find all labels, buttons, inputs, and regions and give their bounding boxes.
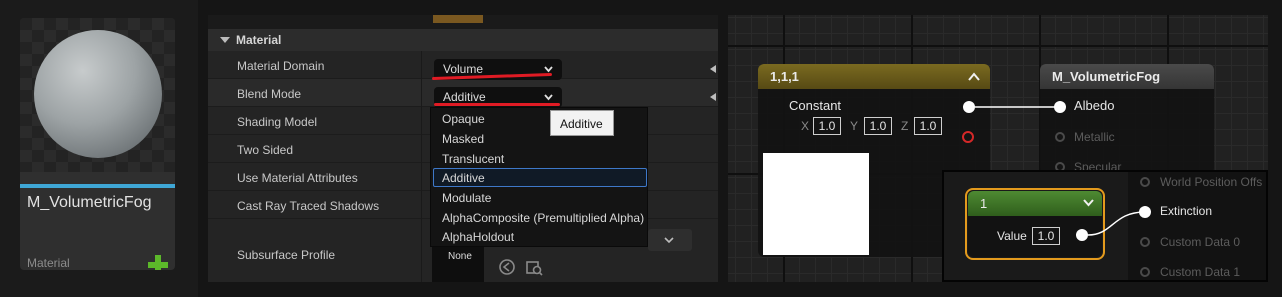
- metallic-label: Metallic: [1074, 130, 1115, 144]
- albedo-label: Albedo: [1074, 98, 1115, 113]
- subsurface-combo[interactable]: [648, 229, 692, 251]
- option-additive[interactable]: Additive: [442, 171, 485, 185]
- tooltip-text: Additive: [560, 117, 603, 131]
- node-title: M_VolumetricFog: [1052, 69, 1161, 84]
- option-alphaholdout[interactable]: AlphaHoldout: [442, 230, 514, 244]
- red-pin[interactable]: [962, 131, 974, 143]
- material-details-panel: Material Material Domain Blend Mode Shad…: [208, 15, 718, 282]
- collapse-arrow-icon[interactable]: [220, 37, 230, 43]
- reset-arrow-icon[interactable]: [710, 65, 716, 73]
- material-section-header[interactable]: [208, 29, 718, 51]
- asset-type-color-bar: [20, 184, 175, 188]
- row-label: Blend Mode: [237, 87, 302, 101]
- row-label: Material Domain: [237, 59, 325, 73]
- column-divider[interactable]: [421, 51, 422, 282]
- option-masked[interactable]: Masked: [442, 132, 484, 146]
- blend-mode-value: Additive: [443, 90, 486, 104]
- red-underline-mark: [434, 103, 560, 106]
- world-position-offset-label: World Position Offs: [1160, 175, 1263, 189]
- asset-card[interactable]: M_VolumetricFog Material: [20, 18, 175, 270]
- material-graph-panel[interactable]: 1,1,1 Constant X 1.0 Y 1.0 Z 1.0 M_Volum…: [728, 15, 1268, 282]
- asset-type-label: Material: [27, 256, 70, 270]
- chevron-up-icon[interactable]: [968, 72, 980, 81]
- use-selected-icon[interactable]: [498, 258, 516, 276]
- output-pin[interactable]: [963, 101, 975, 113]
- z-label: Z: [901, 119, 909, 133]
- y-label: Y: [850, 119, 859, 133]
- z-value-field[interactable]: 1.0: [914, 117, 942, 135]
- details-top-slot: [433, 15, 483, 23]
- custom-data-0-label: Custom Data 0: [1160, 235, 1241, 249]
- custom-data-0-pin[interactable]: [1140, 237, 1150, 247]
- chevron-down-icon: [544, 94, 553, 101]
- material-domain-value: Volume: [443, 62, 484, 76]
- metallic-pin[interactable]: [1055, 132, 1065, 142]
- node-title: 1,1,1: [770, 69, 799, 84]
- plus-icon[interactable]: [147, 254, 169, 270]
- section-label: Material: [236, 33, 282, 47]
- subsurface-thumbnail[interactable]: [432, 242, 484, 282]
- row-label: Use Material Attributes: [237, 171, 358, 185]
- custom-data-1-pin[interactable]: [1140, 267, 1150, 277]
- option-modulate[interactable]: Modulate: [442, 191, 491, 205]
- row-label: Two Sided: [237, 143, 294, 157]
- extinction-label: Extinction: [1160, 204, 1213, 218]
- selection-outline: [965, 188, 1105, 260]
- x-value-field[interactable]: 1.0: [813, 117, 841, 135]
- world-position-offset-pin[interactable]: [1140, 177, 1150, 187]
- extinction-pin[interactable]: [1139, 206, 1151, 218]
- asset-name: M_VolumetricFog: [27, 194, 152, 211]
- material-preview: [20, 18, 175, 172]
- output-label: Constant: [789, 98, 842, 113]
- y-value-field[interactable]: 1.0: [864, 117, 892, 135]
- chevron-down-icon: [664, 237, 674, 244]
- material-result-node[interactable]: M_VolumetricFog Albedo Metallic Specular: [1040, 64, 1214, 174]
- browse-icon[interactable]: [525, 258, 543, 276]
- row-label: Shading Model: [237, 115, 318, 129]
- preview-sphere: [34, 30, 162, 158]
- tooltip: Additive: [550, 110, 614, 136]
- reset-arrow-icon[interactable]: [710, 93, 716, 101]
- row-label: Subsurface Profile: [237, 248, 336, 262]
- custom-data-1-label: Custom Data 1: [1160, 265, 1241, 279]
- x-label: X: [801, 119, 810, 133]
- asset-thumbnail-panel: M_VolumetricFog Material: [0, 0, 198, 297]
- color-preview-swatch: [763, 153, 869, 255]
- row-label: Cast Ray Traced Shadows: [237, 199, 380, 213]
- subsurface-value: None: [448, 251, 472, 262]
- option-translucent[interactable]: Translucent: [442, 152, 504, 166]
- albedo-pin[interactable]: [1054, 101, 1066, 113]
- blend-mode-options-list: Opaque Masked Translucent Additive Modul…: [430, 107, 648, 247]
- option-opaque[interactable]: Opaque: [442, 112, 485, 126]
- option-alphacomposite[interactable]: AlphaComposite (Premultiplied Alpha): [442, 211, 644, 225]
